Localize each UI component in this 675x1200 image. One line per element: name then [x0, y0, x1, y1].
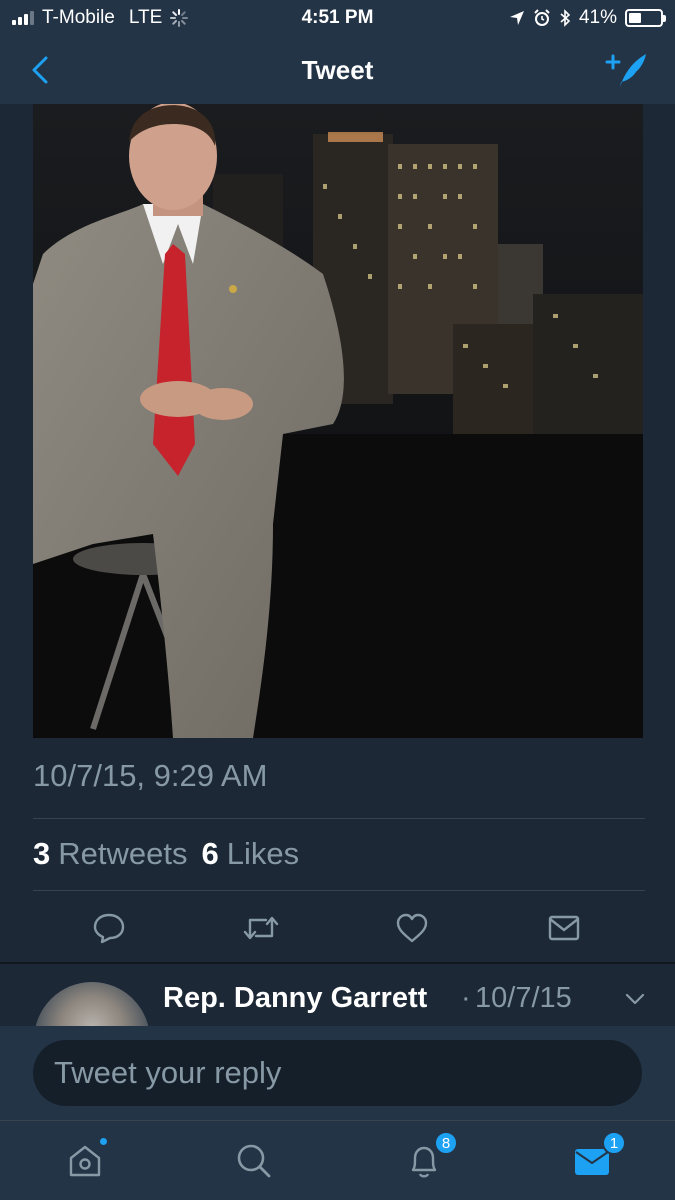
reply-date: 10/7/15 [475, 982, 572, 1014]
new-content-dot [98, 1136, 109, 1147]
messages-badge: 1 [602, 1131, 626, 1155]
reply-author-name[interactable]: Rep. Danny Garrett [163, 982, 427, 1015]
tweet-actions [33, 900, 645, 956]
tab-bar: 8 1 [0, 1120, 675, 1200]
reply-tweet-preview[interactable]: Rep. Danny Garrett · 10/7/15 [0, 964, 675, 1026]
tab-messages[interactable]: 1 [568, 1131, 626, 1185]
chevron-left-icon [32, 56, 48, 84]
compose-feather-icon [605, 54, 646, 87]
battery-icon [625, 9, 666, 27]
reply-input[interactable] [33, 1040, 642, 1106]
likes-stat[interactable]: 6 Likes [201, 836, 299, 872]
chevron-down-icon [625, 993, 645, 1005]
notifications-badge: 8 [434, 1131, 458, 1155]
separator-dot: · [461, 982, 471, 1014]
like-icon [396, 913, 428, 943]
reply-composer [0, 1026, 675, 1120]
tweet-photo[interactable] [33, 104, 643, 738]
location-arrow-icon [509, 11, 524, 25]
divider [33, 890, 645, 891]
tab-search[interactable] [230, 1137, 278, 1185]
battery-percent: 41% [578, 7, 617, 28]
reply-icon [93, 913, 125, 944]
tweet-stats: 3 Retweets 6 Likes [33, 836, 305, 872]
status-bar: T-Mobile LTE 4:51 PM 41% [0, 0, 675, 36]
bluetooth-icon [560, 9, 571, 27]
likes-count: 6 [201, 836, 219, 871]
back-button[interactable] [20, 50, 60, 90]
home-icon [69, 1145, 101, 1177]
direct-message-icon [548, 915, 580, 941]
divider [33, 818, 645, 819]
retweet-icon [243, 916, 279, 940]
photo-man-in-gray-suit [33, 104, 643, 738]
page-title: Tweet [301, 55, 374, 85]
retweet-button[interactable] [239, 906, 283, 950]
alarm-clock-icon [534, 9, 550, 26]
tab-home[interactable] [61, 1136, 109, 1185]
tweet-options-button[interactable] [620, 986, 650, 1012]
navigation-bar: Tweet [0, 36, 675, 104]
compose-tweet-button[interactable] [603, 48, 651, 92]
search-icon [237, 1144, 271, 1178]
avatar[interactable] [34, 982, 150, 1026]
reply-button[interactable] [87, 906, 131, 950]
likes-label: Likes [226, 836, 300, 871]
tweet-timestamp: 10/7/15, 9:29 AM [33, 758, 268, 793]
retweets-count: 3 [33, 836, 51, 871]
direct-message-button[interactable] [542, 906, 586, 950]
like-button[interactable] [390, 906, 434, 950]
retweets-label: Retweets [58, 836, 188, 871]
retweets-stat[interactable]: 3 Retweets [33, 836, 187, 872]
tab-notifications[interactable]: 8 [400, 1131, 458, 1185]
tweet-detail-screen: T-Mobile LTE 4:51 PM 41% Tweet 10/7/15, … [0, 0, 675, 1200]
status-right: 41% [509, 7, 666, 29]
